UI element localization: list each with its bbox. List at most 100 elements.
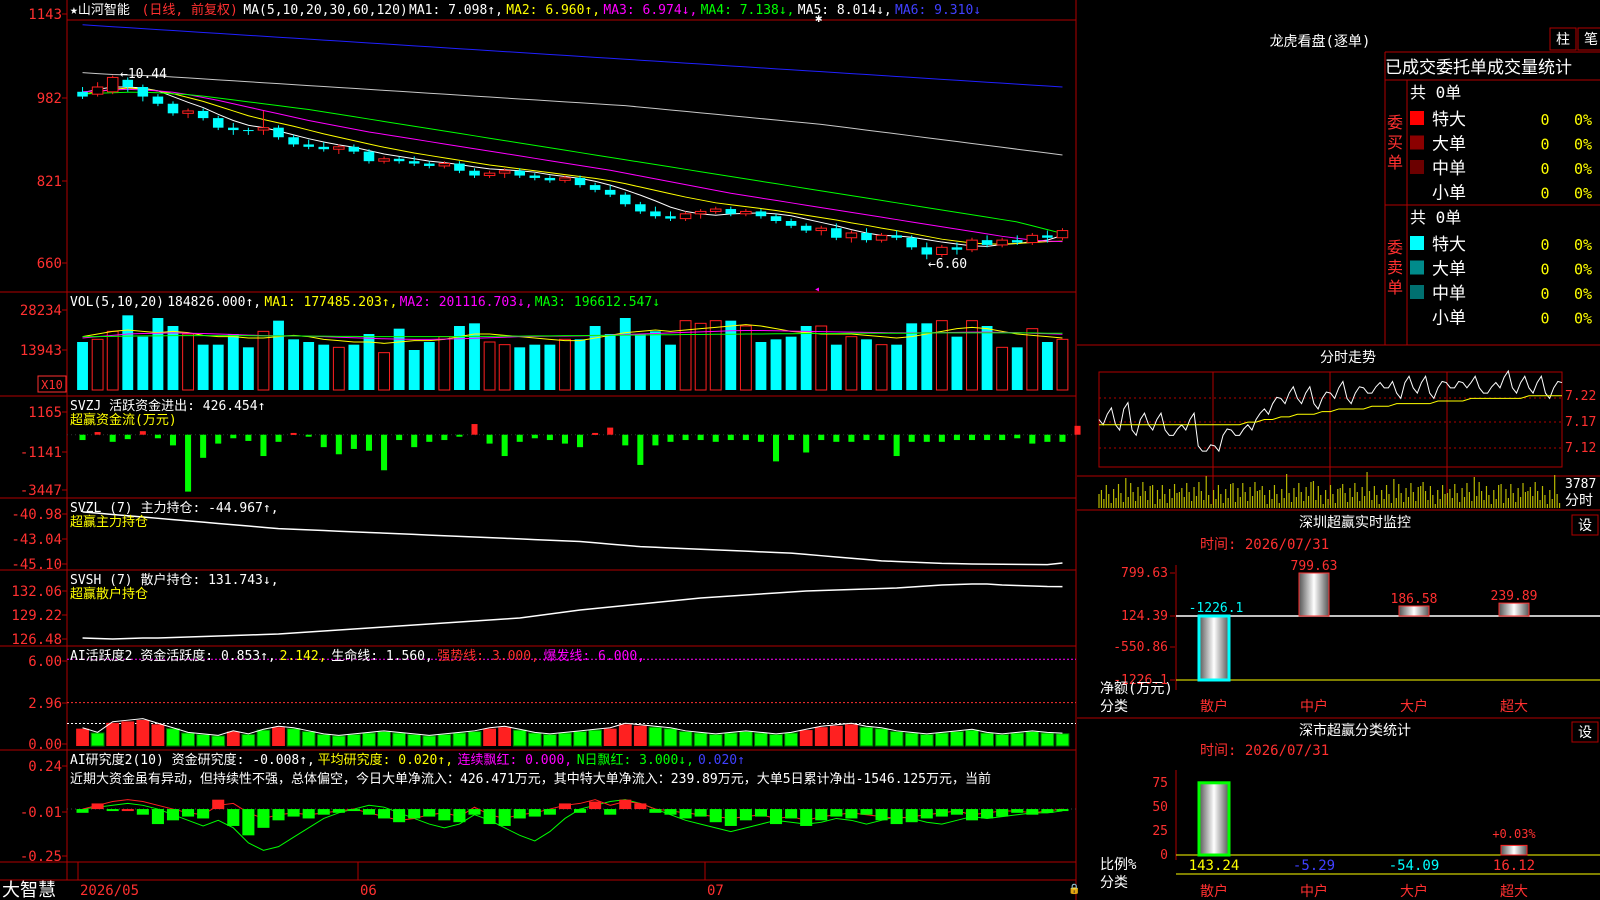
research-bar [860, 809, 873, 815]
activity-bar-down [331, 735, 346, 747]
research-bar [438, 809, 451, 821]
sell-side-label-0: 委 [1387, 238, 1403, 257]
volume-bar-down [227, 334, 239, 390]
star-marker: ✱ [815, 11, 822, 25]
svzj-bar [637, 434, 644, 465]
sell-row-count-1: 0 [1540, 261, 1549, 279]
volume-bar-up [739, 325, 752, 391]
svsh-tick-0: 132.06 [11, 584, 62, 600]
sell-row-count-3: 0 [1540, 310, 1549, 328]
svzj-bar [667, 434, 674, 442]
svzj-bar [245, 434, 252, 441]
svzj-bar [381, 434, 388, 471]
candle-down [228, 127, 239, 131]
candle-up [106, 76, 119, 93]
research-bar [257, 809, 270, 828]
candle-down [861, 232, 872, 241]
header-main-3: MA1: 7.098↑, [409, 3, 503, 18]
svzj-subtitle: 超赢资金流(万元) [70, 412, 177, 428]
svzj-bar [561, 434, 568, 444]
sell-total: 共 0单 [1410, 208, 1461, 227]
header-svzl-0: SVZL (7) 主力持仓: -44.967↑, [70, 501, 279, 516]
classify-value-0: 143.24 [1189, 858, 1240, 874]
svzj-bar [305, 434, 312, 437]
svzj-bar [320, 434, 327, 448]
svzj-bar [999, 434, 1006, 441]
header-main-8: MA6: 9.310↓ [895, 3, 981, 18]
research-bar [769, 809, 783, 825]
activity-bar-down [950, 731, 964, 747]
sell-row-label-1: 大单 [1432, 260, 1466, 280]
header-vol-2: MA1: 177485.203↑, [264, 295, 397, 310]
research-bar [166, 809, 180, 821]
svzj-bar [456, 434, 463, 437]
candle-down [1011, 240, 1023, 243]
svsh-tick-1: 129.22 [11, 608, 62, 624]
volume-bar-down [861, 339, 872, 390]
trading-terminal: ★山河智能 (日线, 前复权) MA(5,10,20,30,60,120) MA1: … [0, 0, 1600, 900]
candle-down [424, 163, 435, 166]
sell-row-label-0: 特大 [1432, 235, 1466, 255]
activity-bar-down [407, 733, 422, 747]
activity-bar-down [286, 728, 301, 747]
activity-bar-down [738, 731, 753, 747]
header-main-1: (日线, 前复权) [142, 2, 238, 18]
svzj-bar [712, 434, 719, 442]
activity-bar-down [181, 732, 195, 747]
candle-down [318, 146, 330, 150]
activity-bar-down [1040, 732, 1055, 747]
header-svzj-0: SVZJ 活跃资金进出: 426.454↑ [70, 398, 265, 414]
research-bar [965, 809, 979, 821]
research-bar [1041, 809, 1054, 813]
activity-bar-down [573, 731, 587, 747]
research-bar [604, 809, 617, 815]
research-bar [785, 809, 798, 819]
volume-bar-down [574, 339, 586, 390]
svzj-bar [1059, 434, 1066, 442]
research-bar [151, 809, 164, 825]
svzj-bar [441, 434, 448, 441]
ai2-tick-0: 0.24 [28, 759, 62, 775]
candle-up [91, 86, 104, 95]
monitor-unit: 净额(万元) [1100, 681, 1173, 697]
candle-up [483, 172, 496, 177]
activity-bar-down [995, 733, 1010, 747]
date-label-0: 2026/05 [80, 883, 139, 899]
sell-row-label-2: 中单 [1432, 284, 1466, 304]
volume-bar-up [966, 320, 978, 391]
research-bar [317, 809, 330, 815]
candle-down [137, 87, 149, 97]
research-bar [558, 803, 571, 810]
activity-bar-down [558, 732, 572, 747]
svzj-bar [938, 434, 945, 442]
volume-bar-down [981, 326, 993, 390]
research-bar [513, 809, 526, 819]
volume-bar-down [273, 320, 284, 390]
svzl-tick-0: -40.98 [11, 507, 62, 523]
activity-bar-down [965, 729, 979, 747]
research-bar [362, 809, 376, 815]
candle-down [167, 103, 179, 114]
classify-tick-1: 50 [1152, 800, 1168, 815]
svzj-bar [984, 434, 991, 441]
volume-bar-down [529, 344, 541, 390]
activity-bar-up [272, 727, 285, 746]
svsh-subtitle: 超赢散户持仓 [70, 586, 148, 602]
svzj-bar [546, 434, 553, 441]
svzj-bar [592, 432, 599, 435]
header-main-7: MA5: 8.014↓, [798, 3, 892, 18]
svzl-subtitle: 超赢主力持仓 [70, 514, 148, 530]
svzj-bar [803, 434, 810, 453]
classify-tick-2: 25 [1152, 824, 1168, 839]
svzj-bar [365, 434, 372, 451]
sell-row-count-2: 0 [1540, 285, 1549, 303]
volume-bar-up [182, 333, 194, 391]
activity-bar-down [723, 732, 738, 747]
activity-bar-down [90, 732, 105, 747]
svzj-bar [1014, 434, 1021, 439]
volume-bar-down [665, 344, 676, 390]
monitor-value-1: 799.63 [1291, 559, 1338, 574]
monitor-bar-3 [1498, 602, 1530, 617]
candle-down [529, 175, 541, 178]
activity-bar-down [392, 732, 407, 747]
